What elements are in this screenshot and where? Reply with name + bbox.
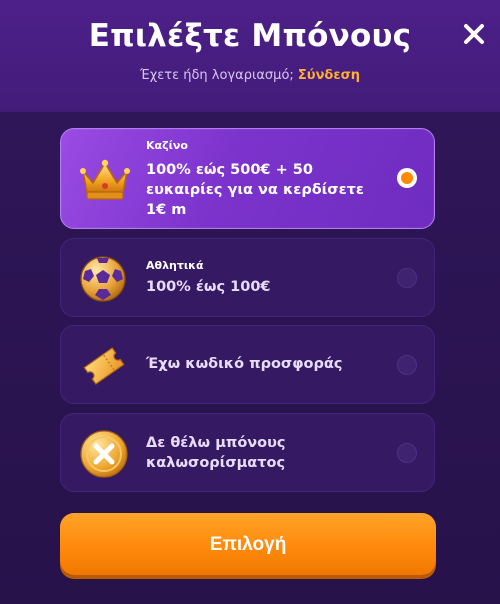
radio-no-bonus[interactable] xyxy=(397,443,417,463)
option-category: Καζίνο xyxy=(146,139,188,152)
bonus-option-no-bonus[interactable]: Δε θέλω μπόνους καλωσορίσματος xyxy=(60,413,435,492)
option-text: Έχω κωδικό προσφοράς xyxy=(146,356,343,372)
no-bonus-icon xyxy=(79,429,129,483)
option-category: Αθλητικά xyxy=(146,259,204,272)
bonus-option-promo-code[interactable]: Έχω κωδικό προσφοράς xyxy=(60,325,435,404)
bonus-option-casino[interactable]: Καζίνο 100% εώς 500€ + 50 ευκαιρίες για … xyxy=(60,128,435,229)
option-text: Δε θέλω μπόνους καλωσορίσματος xyxy=(146,435,286,471)
bonus-option-sports[interactable]: Αθλητικά 100% έως 100€ xyxy=(60,238,435,317)
login-link[interactable]: Σύνδεση xyxy=(298,68,360,83)
bonus-modal: Επιλέξτε Μπόνους Έχετε ήδη λογαριασμό; Σ… xyxy=(0,0,500,604)
radio-promo-code[interactable] xyxy=(397,355,417,375)
close-button[interactable] xyxy=(460,20,488,48)
option-text: 100% εώς 500€ + 50 ευκαιρίες για να κερδ… xyxy=(146,162,364,218)
ticket-icon xyxy=(79,342,129,394)
modal-title: Επιλέξτε Μπόνους xyxy=(88,18,412,54)
select-button[interactable]: Επιλογή xyxy=(60,513,436,575)
login-prompt: Έχετε ήδη λογαριασμό; Σύνδεση xyxy=(0,68,500,83)
radio-casino[interactable] xyxy=(397,168,417,188)
radio-sports[interactable] xyxy=(397,268,417,288)
modal-header: Επιλέξτε Μπόνους Έχετε ήδη λογαριασμό; Σ… xyxy=(0,0,500,112)
option-text: 100% έως 100€ xyxy=(146,279,271,295)
login-prompt-text: Έχετε ήδη λογαριασμό; xyxy=(140,68,294,83)
close-icon xyxy=(464,24,484,44)
soccer-ball-icon xyxy=(79,255,127,307)
crown-icon xyxy=(79,159,131,205)
